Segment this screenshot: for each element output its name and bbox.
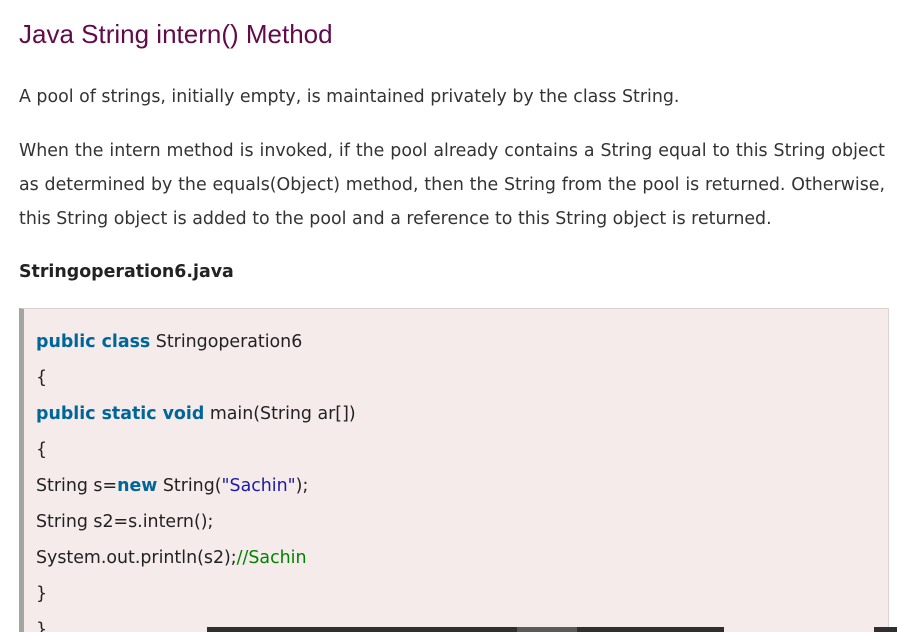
code-line-6: String s2=s.intern(); bbox=[36, 512, 214, 532]
code-text: String( bbox=[157, 476, 222, 496]
code-keyword: new bbox=[117, 476, 158, 496]
code-text: System.out.println(s2); bbox=[36, 548, 237, 568]
code-text: Stringoperation6 bbox=[150, 332, 303, 352]
code-keyword: public static void bbox=[36, 404, 205, 424]
description-paragraph: When the intern method is invoked, if th… bbox=[19, 141, 885, 229]
code-line-1: public class Stringoperation6 bbox=[36, 324, 888, 360]
code-text: String s= bbox=[36, 476, 118, 496]
code-line-8: } bbox=[36, 584, 48, 604]
bottom-bar-thumb[interactable] bbox=[517, 627, 577, 632]
bottom-bar bbox=[207, 627, 724, 632]
code-filename: Stringoperation6.java bbox=[19, 262, 234, 282]
code-keyword: public class bbox=[36, 332, 151, 352]
code-line-5: String s=new String("Sachin"); bbox=[36, 468, 888, 504]
intro-paragraph: A pool of strings, initially empty, is m… bbox=[19, 87, 680, 107]
code-line-2: { bbox=[36, 368, 48, 388]
code-line-4: { bbox=[36, 440, 48, 460]
code-block: public class Stringoperation6 { public s… bbox=[19, 308, 889, 632]
code-line-3: public static void main(String ar[]) bbox=[36, 396, 888, 432]
bottom-bar-end bbox=[874, 627, 897, 632]
page-title: Java String intern() Method bbox=[19, 19, 333, 49]
code-comment: //Sachin bbox=[236, 548, 307, 568]
code-text: main(String ar[]) bbox=[204, 404, 356, 424]
code-text: ); bbox=[295, 476, 309, 496]
code-string-literal: "Sachin" bbox=[221, 476, 296, 496]
code-line-7: System.out.println(s2);//Sachin bbox=[36, 540, 888, 576]
